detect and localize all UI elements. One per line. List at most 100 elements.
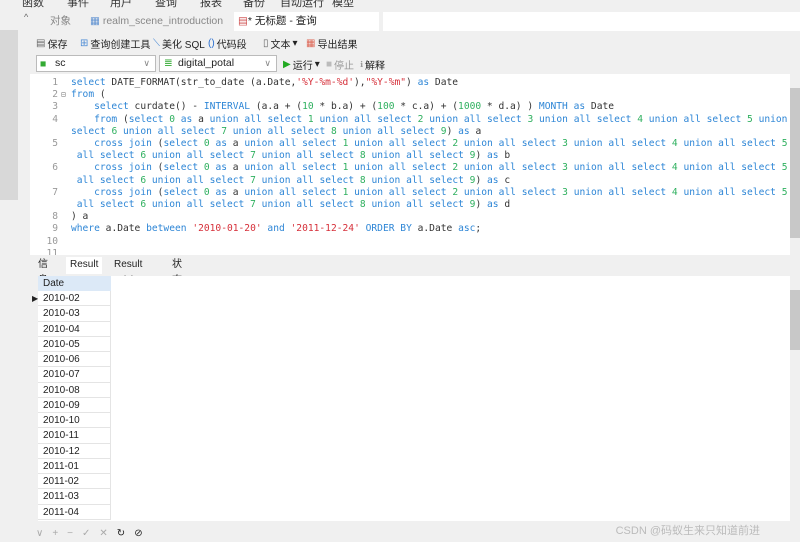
- code-text: where a.Date between '2010-01-20' and '2…: [71, 223, 482, 235]
- run-button[interactable]: ▶ 运行 ▾: [283, 57, 320, 72]
- dropdown-icon: ▾: [292, 38, 298, 49]
- current-row-icon: ▶: [32, 294, 39, 303]
- export-results-button[interactable]: ▦ 导出结果: [306, 36, 357, 51]
- connection-select[interactable]: ■ sc ∨: [36, 55, 156, 72]
- menu-item[interactable]: 备份: [243, 0, 265, 10]
- query-builder-button[interactable]: ⊞ 查询创建工具: [80, 36, 150, 51]
- result-tab[interactable]: Result 1 (2): [110, 257, 146, 286]
- menu-item[interactable]: 自动运行: [280, 0, 324, 10]
- save-button[interactable]: ▤ 保存: [36, 36, 67, 51]
- line-number: 3: [52, 101, 58, 113]
- label: 美化 SQL: [162, 40, 205, 51]
- table-row[interactable]: 2010-04: [38, 321, 111, 337]
- database-value: digital_potal: [178, 57, 235, 69]
- code-text: cross join (select 0 as a union all sele…: [94, 186, 800, 198]
- code-text: ) a: [71, 211, 89, 223]
- tab-strip-empty: [383, 12, 800, 31]
- menu-item[interactable]: 模型: [332, 0, 354, 10]
- discard-icon[interactable]: ✕: [99, 528, 107, 542]
- grid-scrollbar[interactable]: [790, 276, 800, 521]
- connection-value: sc: [55, 57, 66, 69]
- snippet-button[interactable]: () 代码段: [208, 36, 247, 51]
- table-row[interactable]: 2010-08: [38, 382, 111, 398]
- table-row[interactable]: 2010-07: [38, 367, 111, 383]
- code-text: select curdate() - INTERVAL (a.a + (10 *…: [94, 101, 615, 113]
- dropdown-icon: ▾: [314, 59, 320, 70]
- label: 查询创建工具: [90, 40, 151, 51]
- line-number: 8: [52, 211, 58, 223]
- table-row[interactable]: 2010-09: [38, 397, 111, 414]
- code-text: from (select 0 as a union all select 1 u…: [94, 113, 800, 125]
- label: 停止: [334, 61, 355, 72]
- delete-record-icon[interactable]: −: [67, 528, 73, 542]
- code-text: from (: [71, 89, 106, 101]
- label: 文本: [270, 40, 291, 51]
- result-tab[interactable]: Result 1: [66, 257, 103, 286]
- stop-icon[interactable]: ⊘: [134, 528, 142, 542]
- menu-item[interactable]: 报表: [200, 0, 222, 10]
- fold-icon[interactable]: ⊟: [61, 89, 66, 101]
- explain-icon: ℹ: [360, 60, 364, 69]
- braces-icon: (): [208, 38, 215, 49]
- beautify-icon: ⟍: [153, 38, 160, 49]
- apply-icon[interactable]: ✓: [82, 528, 90, 542]
- stop-icon: ■: [326, 59, 333, 70]
- stop-button[interactable]: ■ 停止: [326, 57, 354, 72]
- explain-button[interactable]: ℹ 解释: [360, 57, 385, 72]
- line-number: 5: [52, 138, 58, 149]
- label: 代码段: [216, 40, 247, 51]
- line-number: 10: [46, 235, 58, 247]
- menu-item[interactable]: 用户: [110, 0, 132, 10]
- table-icon: ▦: [90, 15, 100, 27]
- refresh-icon[interactable]: ↻: [117, 528, 125, 542]
- column-header-date[interactable]: Date: [38, 276, 111, 291]
- code-text: cross join (select 0 as a union all sele…: [94, 138, 800, 149]
- table-row[interactable]: 2010-12: [38, 443, 111, 459]
- table-row[interactable]: 2011-02: [38, 474, 111, 490]
- chevron-down-icon: ∨: [143, 58, 150, 68]
- line-number: 7: [52, 186, 58, 198]
- line-number: 11: [46, 247, 58, 255]
- watermark: CSDN @码蚁生来只知道前进: [615, 525, 760, 537]
- result-grid[interactable]: Date ▶ 2010-02 2010-03 2010-04 2010-05 2010-0…: [32, 276, 790, 521]
- table-row[interactable]: 2011-01: [38, 458, 111, 475]
- sql-editor[interactable]: 1 select DATE_FORMAT(str_to_date (a.Date,…: [30, 74, 800, 255]
- collapse-icon[interactable]: ^: [24, 12, 28, 22]
- database-select[interactable]: ≣ digital_potal ∨: [159, 55, 277, 72]
- code-text: all select 6 union all select 7 union al…: [76, 174, 511, 186]
- menu-item[interactable]: 函数: [22, 0, 44, 10]
- table-row[interactable]: 2010-11: [38, 428, 111, 444]
- play-icon: ▶: [283, 59, 291, 70]
- save-icon: ▤: [36, 38, 46, 49]
- result-tab[interactable]: 状态: [168, 257, 186, 286]
- table-row[interactable]: ▶ 2010-02: [32, 291, 111, 307]
- add-record-icon[interactable]: +: [52, 528, 58, 542]
- table-row[interactable]: 2010-10: [38, 413, 111, 429]
- text-button[interactable]: ▯ 文本 ▾: [263, 36, 298, 51]
- tab-table[interactable]: ▦ realm_scene_introduction ...: [86, 12, 232, 45]
- editor-scrollbar[interactable]: [790, 74, 800, 255]
- tab-query[interactable]: ▤* 无标题 - 查询: [234, 12, 379, 31]
- line-number: 9: [52, 223, 58, 235]
- menu-item[interactable]: 查询: [155, 0, 177, 10]
- table-row[interactable]: 2011-04: [38, 504, 111, 520]
- line-number: 4: [52, 113, 58, 125]
- menu-item[interactable]: 事件: [67, 0, 89, 10]
- result-tab[interactable]: 信息: [34, 257, 52, 286]
- beautify-sql-button[interactable]: ⟍ 美化 SQL: [153, 36, 205, 51]
- table-row[interactable]: 2010-03: [38, 306, 111, 322]
- database-icon: ≣: [164, 57, 173, 69]
- code-text: all select 6 union all select 7 union al…: [76, 150, 511, 162]
- code-text: select DATE_FORMAT(str_to_date (a.Date,'…: [71, 77, 459, 88]
- connection-icon: ■: [40, 58, 47, 70]
- line-number: 6: [52, 162, 58, 174]
- line-number: 1: [52, 77, 58, 88]
- code-text: cross join (select 0 as a union all sele…: [94, 162, 800, 174]
- label: 解释: [365, 61, 386, 72]
- table-row[interactable]: 2011-03: [38, 489, 111, 505]
- left-panel: [0, 30, 18, 200]
- table-row[interactable]: 2010-06: [38, 352, 111, 368]
- table-row[interactable]: 2010-05: [38, 336, 111, 353]
- chevron-down-icon[interactable]: ∨: [36, 528, 43, 542]
- line-number: 2: [52, 89, 58, 101]
